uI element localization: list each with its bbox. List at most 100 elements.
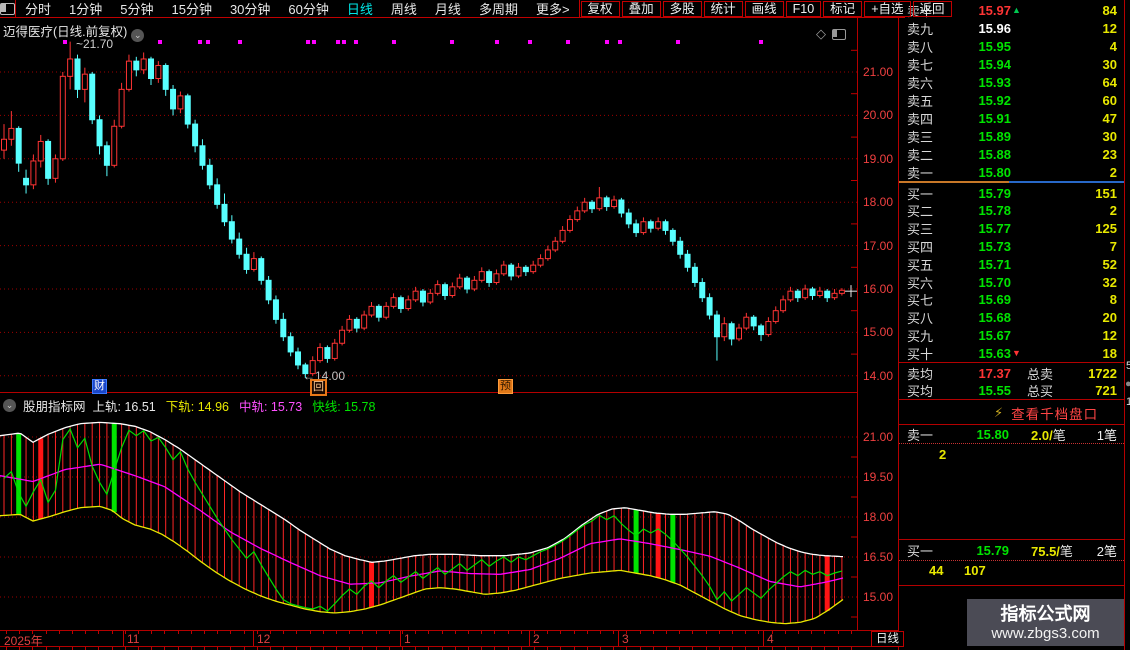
buy-one-detail-row[interactable]: 买一 15.79 75.5/笔 2笔 [899, 542, 1124, 559]
ind-tick-21: 21.00 [863, 430, 903, 444]
toolbar-button-标记[interactable]: 标记 [823, 1, 862, 17]
totals-cell: 买均 [899, 381, 941, 400]
sell-one-detail-row[interactable]: 卖一 15.80 2.0/笔 1笔 [899, 426, 1124, 443]
menu-item-周线[interactable]: 周线 [382, 0, 426, 18]
axis-tick [59, 631, 60, 634]
order-price: 15.91 [941, 111, 1011, 126]
indicator-panel[interactable]: ⌄ 股朋指标网 上轨: 16.51下轨: 14.96中轨: 15.73快线: 1… [0, 392, 858, 631]
price-tick-15: 15.00 [863, 325, 903, 339]
order-row-买六[interactable]: 买六15.7032 [899, 273, 1124, 291]
sell-queue-lot: 2 [939, 447, 946, 462]
watermark: 指标公式网 www.zbgs3.com [967, 599, 1124, 646]
axis-tick [257, 631, 258, 634]
totals-cell: 1722 [1073, 366, 1124, 381]
order-row-卖六[interactable]: 卖六15.9364 [899, 73, 1124, 91]
menu-item-1分钟[interactable]: 1分钟 [60, 0, 111, 18]
axis-tick [851, 631, 852, 634]
menu-item-60分钟[interactable]: 60分钟 [279, 0, 337, 18]
order-price: 15.78 [941, 203, 1011, 218]
order-row-买七[interactable]: 买七15.698 [899, 291, 1124, 309]
candlestick-canvas[interactable] [0, 18, 858, 392]
event-badge-财[interactable]: 财 [92, 379, 107, 394]
view-depth-row[interactable]: ⚡ 查看千档盘口 [899, 401, 1124, 424]
totals-divider [899, 362, 1124, 363]
top-toolbar: 分时1分钟5分钟15分钟30分钟60分钟日线周线月线多周期更多> 复权叠加多股统… [0, 0, 905, 18]
totals-row-买均: 买均15.55总买721 [899, 382, 1124, 400]
order-row-买一[interactable]: 买一15.79151 [899, 184, 1124, 202]
menu-item-5分钟[interactable]: 5分钟 [111, 0, 162, 18]
axis-tick [758, 631, 759, 634]
menu-item-多周期[interactable]: 多周期 [470, 0, 527, 18]
menu-item-日线[interactable]: 日线 [338, 0, 382, 18]
buy-queue-lot-2: 107 [964, 563, 986, 578]
order-level-label: 卖七 [899, 55, 941, 74]
order-row-买二[interactable]: 买二15.782 [899, 202, 1124, 220]
order-row-卖一[interactable]: 卖一15.802 [899, 163, 1124, 181]
order-level-label: 买八 [899, 308, 941, 327]
order-row-卖八[interactable]: 卖八15.954 [899, 37, 1124, 55]
menu-item-月线[interactable]: 月线 [426, 0, 470, 18]
order-row-买八[interactable]: 买八15.6820 [899, 309, 1124, 327]
period-indicator[interactable]: 日线 [871, 631, 904, 647]
title-dropdown-icon[interactable]: ⌄ [131, 29, 144, 42]
order-row-买三[interactable]: 买三15.77125 [899, 220, 1124, 238]
mini-window-icon[interactable] [832, 29, 846, 40]
menu-item-更多>[interactable]: 更多> [527, 0, 579, 18]
month-label-12: 12 [257, 632, 270, 646]
order-price: 15.93 [941, 75, 1011, 90]
buy-one-price: 15.79 [947, 543, 1009, 558]
axis-tick [362, 631, 363, 634]
order-row-卖九[interactable]: 卖九15.9612 [899, 19, 1124, 37]
view-depth-link[interactable]: 查看千档盘口 [1011, 403, 1098, 423]
toolbar-button-叠加[interactable]: 叠加 [622, 1, 661, 17]
order-row-买九[interactable]: 买九15.6712 [899, 326, 1124, 344]
toolbar-button-统计[interactable]: 统计 [704, 1, 743, 17]
action-menu: 复权叠加多股统计画线F10标记+自选返回 [579, 0, 953, 17]
indicator-dropdown-icon[interactable]: ⌄ [3, 399, 16, 412]
indicator-canvas[interactable] [0, 392, 858, 631]
menu-item-30分钟[interactable]: 30分钟 [221, 0, 279, 18]
toolbar-button-返回[interactable]: 返回 [913, 1, 952, 17]
toolbar-button-多股[interactable]: 多股 [663, 1, 702, 17]
month-separator [253, 631, 254, 646]
toolbar-button-+自选[interactable]: +自选 [864, 1, 910, 17]
price-tick-16: 16.00 [863, 282, 903, 296]
watermark-title: 指标公式网 [1001, 603, 1091, 625]
buy-one-label: 买一 [899, 541, 947, 560]
toolbar-button-F10[interactable]: F10 [786, 1, 822, 17]
order-price: 15.67 [941, 328, 1011, 343]
axis-tick [415, 631, 416, 634]
axis-tick [732, 631, 733, 634]
order-row-卖五[interactable]: 卖五15.9260 [899, 91, 1124, 109]
order-row-卖二[interactable]: 卖二15.8823 [899, 145, 1124, 163]
order-row-卖七[interactable]: 卖七15.9430 [899, 55, 1124, 73]
axis-tick [587, 631, 588, 634]
order-volume: 125 [1023, 221, 1124, 236]
axis-tick [138, 631, 139, 634]
axis-tick [244, 631, 245, 634]
order-row-买四[interactable]: 买四15.737 [899, 237, 1124, 255]
event-badge-预[interactable]: 预 [498, 379, 513, 394]
order-level-label: 买三 [899, 219, 941, 238]
axis-bottom-line [0, 646, 905, 647]
order-level-label: 卖五 [899, 91, 941, 110]
order-row-买五[interactable]: 买五15.7152 [899, 255, 1124, 273]
order-price: 15.92 [941, 93, 1011, 108]
layout-toggle-button[interactable] [0, 0, 16, 17]
order-row-买十[interactable]: 买十15.63▼18 [899, 344, 1124, 362]
order-volume: 2 [1023, 203, 1124, 218]
order-price: 15.70 [941, 275, 1011, 290]
order-level-label: 买一 [899, 184, 941, 203]
order-row-卖四[interactable]: 卖四15.9147 [899, 109, 1124, 127]
event-badge-回[interactable]: 回 [310, 379, 327, 396]
order-row-卖三[interactable]: 卖三15.8930 [899, 127, 1124, 145]
window-split-icon [0, 3, 15, 15]
menu-item-分时[interactable]: 分时 [16, 0, 60, 18]
chart-corner-icons: ◇ [816, 26, 846, 42]
order-level-label: 卖三 [899, 127, 941, 146]
menu-item-15分钟[interactable]: 15分钟 [162, 0, 220, 18]
diamond-marker-icon[interactable]: ◇ [816, 26, 826, 42]
toolbar-button-复权[interactable]: 复权 [581, 1, 620, 17]
main-chart-area[interactable]: 迈得医疗(日线.前复权)⌄ ~21.70 ←14.00 ◇ [0, 18, 858, 392]
toolbar-button-画线[interactable]: 画线 [745, 1, 784, 17]
